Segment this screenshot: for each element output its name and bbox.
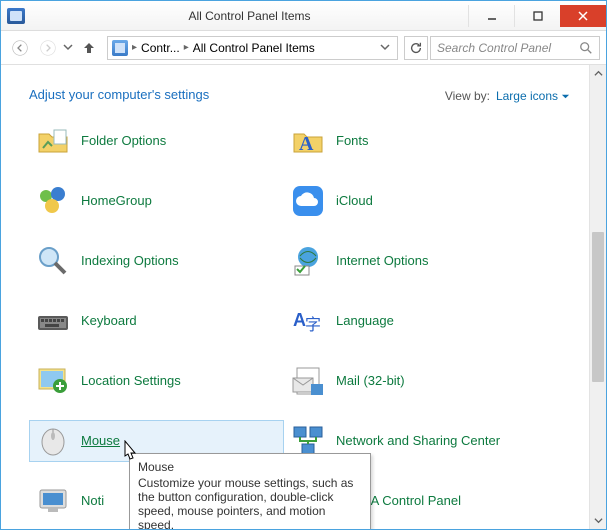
up-arrow-icon [81,40,97,56]
item-fonts[interactable]: A Fonts [284,120,539,162]
breadcrumb-root[interactable]: Contr... [141,41,180,55]
internet-options-icon [290,243,326,279]
dropdown-arrow-icon [561,92,570,101]
search-icon [579,41,593,55]
item-label: Indexing Options [81,254,179,269]
scroll-up-button[interactable] [590,65,606,82]
view-by-value: Large icons [496,89,558,103]
item-label: Language [336,314,394,329]
content-area: Adjust your computer's settings View by:… [1,65,606,529]
scroll-down-button[interactable] [590,512,606,529]
back-button[interactable] [7,35,33,61]
window-frame: All Control Panel Items ▸ [0,0,607,530]
item-label: Noti [81,494,104,509]
nav-toolbar: ▸ Contr... ▸ All Control Panel Items Sea… [1,31,606,65]
address-dropdown[interactable] [377,41,393,55]
item-homegroup[interactable]: HomeGroup [29,180,284,222]
chevron-down-icon [63,42,73,52]
fonts-icon: A [290,123,326,159]
nav-history-dropdown[interactable] [63,41,75,55]
mail-icon [290,363,326,399]
item-language[interactable]: A字 Language [284,300,539,342]
item-folder-options[interactable]: Folder Options [29,120,284,162]
view-by-dropdown[interactable]: Large icons [496,89,570,103]
item-label: Keyboard [81,314,137,329]
item-label: Folder Options [81,134,166,149]
notification-icon [35,483,71,519]
window-title: All Control Panel Items [31,9,468,23]
tooltip: Mouse Customize your mouse settings, suc… [129,453,371,529]
item-keyboard[interactable]: Keyboard [29,300,284,342]
address-icon [112,40,128,56]
search-input[interactable]: Search Control Panel [430,36,600,60]
address-bar[interactable]: ▸ Contr... ▸ All Control Panel Items [107,36,398,60]
close-icon [578,11,588,21]
item-label: HomeGroup [81,194,152,209]
forward-button[interactable] [35,35,61,61]
view-by-label: View by: [445,89,490,103]
minimize-button[interactable] [468,5,514,27]
maximize-button[interactable] [514,5,560,27]
item-label: Mouse [81,434,120,449]
refresh-icon [409,41,423,55]
svg-text:字: 字 [305,316,321,334]
chevron-right-icon: ▸ [184,42,189,53]
folder-options-icon [35,123,71,159]
item-internet-options[interactable]: Internet Options [284,240,539,282]
tooltip-title: Mouse [138,460,362,474]
item-label: Mail (32-bit) [336,374,405,389]
item-label: Internet Options [336,254,429,269]
item-label: Network and Sharing Center [336,434,500,449]
back-arrow-icon [12,40,28,56]
item-indexing-options[interactable]: Indexing Options [29,240,284,282]
up-button[interactable] [77,36,101,60]
homegroup-icon [35,183,71,219]
chevron-right-icon: ▸ [132,42,137,53]
search-placeholder: Search Control Panel [437,41,575,55]
location-settings-icon [35,363,71,399]
chevron-down-icon [594,516,603,525]
mouse-icon [35,423,71,459]
svg-text:A: A [299,133,314,155]
chevron-down-icon [380,42,390,52]
indexing-options-icon [35,243,71,279]
forward-arrow-icon [40,40,56,56]
close-button[interactable] [560,5,606,27]
control-panel-icon [7,8,25,24]
item-location-settings[interactable]: Location Settings [29,360,284,402]
tooltip-body: Customize your mouse settings, such as t… [138,476,362,529]
scroll-thumb[interactable] [592,232,604,382]
language-icon: A字 [290,303,326,339]
view-by-control: View by: Large icons [445,89,570,103]
vertical-scrollbar[interactable] [589,65,606,529]
item-label: Fonts [336,134,369,149]
keyboard-icon [35,303,71,339]
refresh-button[interactable] [404,36,428,60]
title-bar[interactable]: All Control Panel Items [1,1,606,31]
item-label: Location Settings [81,374,181,389]
scroll-track[interactable] [590,82,606,512]
item-label: iCloud [336,194,373,209]
chevron-up-icon [594,69,603,78]
item-icloud[interactable]: iCloud [284,180,539,222]
breadcrumb-current[interactable]: All Control Panel Items [193,41,315,55]
item-mail[interactable]: Mail (32-bit) [284,360,539,402]
icloud-icon [290,183,326,219]
minimize-icon [487,11,497,21]
maximize-icon [533,11,543,21]
